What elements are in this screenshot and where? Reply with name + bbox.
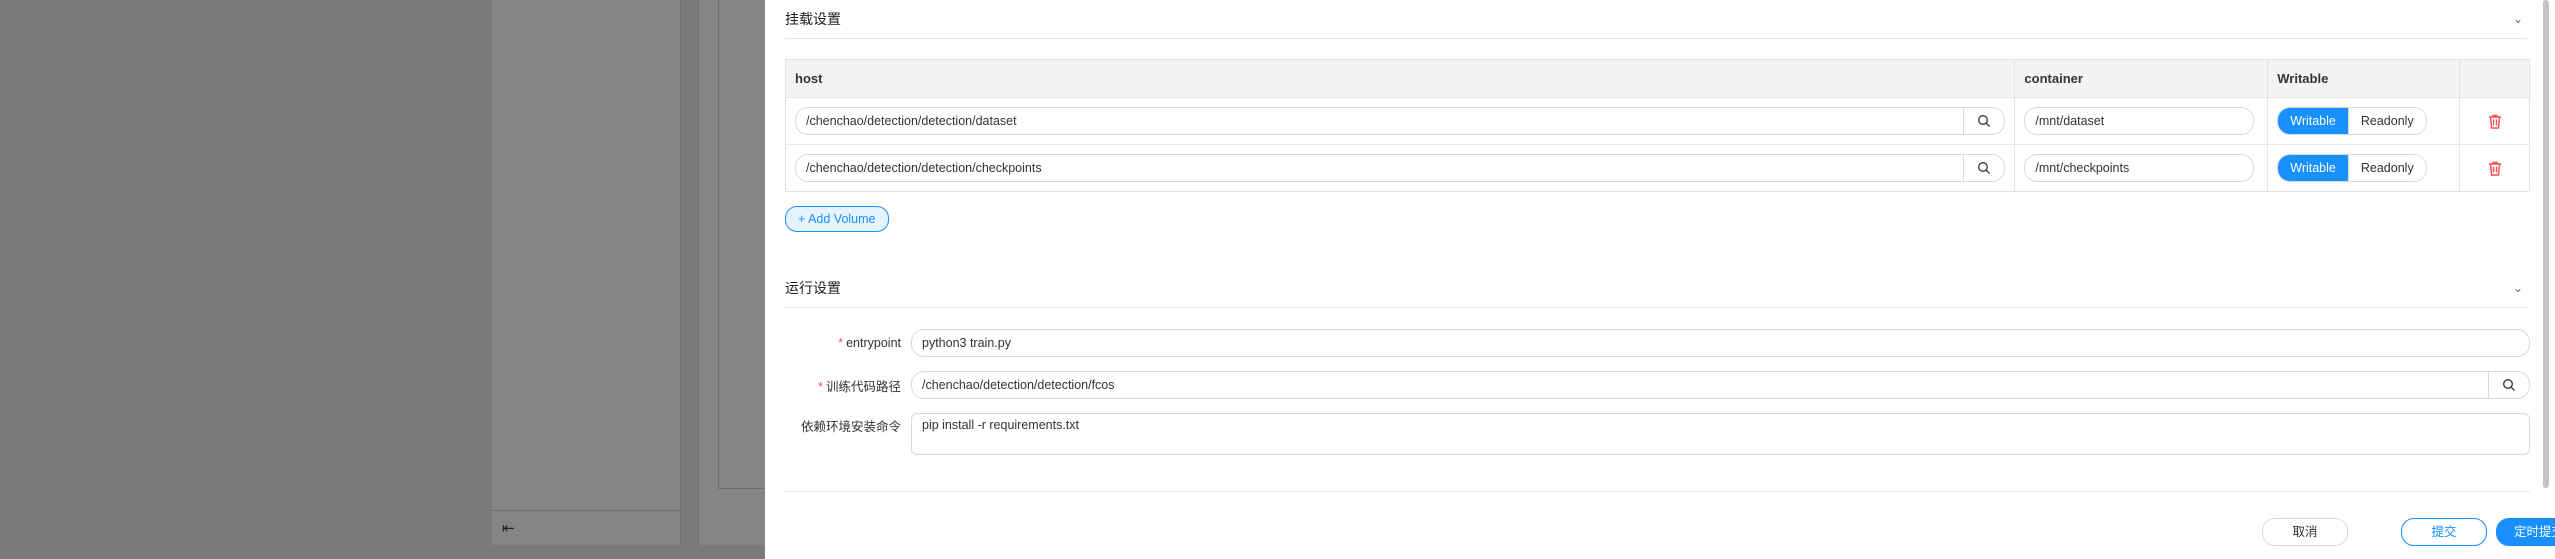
writable-option[interactable]: Writable (2278, 108, 2348, 134)
search-icon[interactable] (1963, 155, 2004, 181)
host-path-input[interactable]: /chenchao/detection/detection/checkpoint… (795, 154, 2006, 182)
cancel-button[interactable]: 取消 (2262, 518, 2348, 546)
deps-row: 依赖环境安装命令 pip install -r requirements.txt (785, 413, 2530, 455)
code-path-input[interactable]: /chenchao/detection/detection/fcos (911, 371, 2530, 399)
background-card-inner (718, 0, 769, 489)
column-header-actions (2459, 59, 2530, 98)
column-header-container: container (2014, 59, 2269, 98)
entrypoint-input[interactable]: python3 train.py (911, 329, 2530, 357)
table-header-row: host container Writable (785, 59, 2530, 98)
column-header-writable: Writable (2267, 59, 2461, 98)
mount-section-header[interactable]: 挂载设置 ⌄ (785, 0, 2527, 39)
writable-toggle: Writable Readonly (2277, 107, 2427, 135)
container-path-input[interactable]: /mnt/dataset (2024, 107, 2255, 135)
table-row: /chenchao/detection/detection/checkpoint… (785, 144, 2530, 192)
deps-label: 依赖环境安装命令 (800, 420, 901, 434)
chevron-down-icon[interactable]: ⌄ (2513, 12, 2523, 26)
search-icon[interactable] (2488, 372, 2529, 398)
scrollbar[interactable] (2543, 0, 2549, 488)
code-path-label: * 训练代码路径 (818, 379, 901, 394)
timed-submit-button[interactable]: 定时提交 (2496, 518, 2555, 546)
add-volume-button[interactable]: + Add Volume (785, 206, 889, 232)
footer-divider (785, 491, 2530, 492)
delete-icon[interactable] (2469, 161, 2520, 176)
search-icon[interactable] (1963, 108, 2004, 134)
deps-command-textarea[interactable]: pip install -r requirements.txt (911, 413, 2530, 455)
entrypoint-row: * entrypoint python3 train.py (785, 329, 2530, 357)
collapse-left-icon[interactable]: ⇤ (502, 518, 522, 538)
entrypoint-label: * entrypoint (838, 336, 901, 350)
host-path-input[interactable]: /chenchao/detection/detection/dataset (795, 107, 2006, 135)
table-row: /chenchao/detection/detection/dataset /m… (785, 97, 2530, 145)
writable-option[interactable]: Writable (2278, 155, 2348, 181)
code-path-row: * 训练代码路径 /chenchao/detection/detection/fc… (785, 371, 2530, 399)
column-header-host: host (785, 59, 2016, 98)
submit-button[interactable]: 提交 (2401, 518, 2487, 546)
run-section-title: 运行设置 (785, 280, 841, 296)
container-path-input[interactable]: /mnt/checkpoints (2024, 154, 2255, 182)
volumes-table: host container Writable /chenchao/detect… (785, 59, 2530, 192)
mount-section-title: 挂载设置 (785, 11, 841, 27)
readonly-option[interactable]: Readonly (2347, 155, 2426, 181)
readonly-option[interactable]: Readonly (2347, 108, 2426, 134)
chevron-down-icon[interactable]: ⌄ (2513, 281, 2523, 295)
run-section-header[interactable]: 运行设置 ⌄ (785, 269, 2527, 308)
writable-toggle: Writable Readonly (2277, 154, 2427, 182)
background-panel (492, 0, 681, 545)
delete-icon[interactable] (2469, 114, 2520, 129)
